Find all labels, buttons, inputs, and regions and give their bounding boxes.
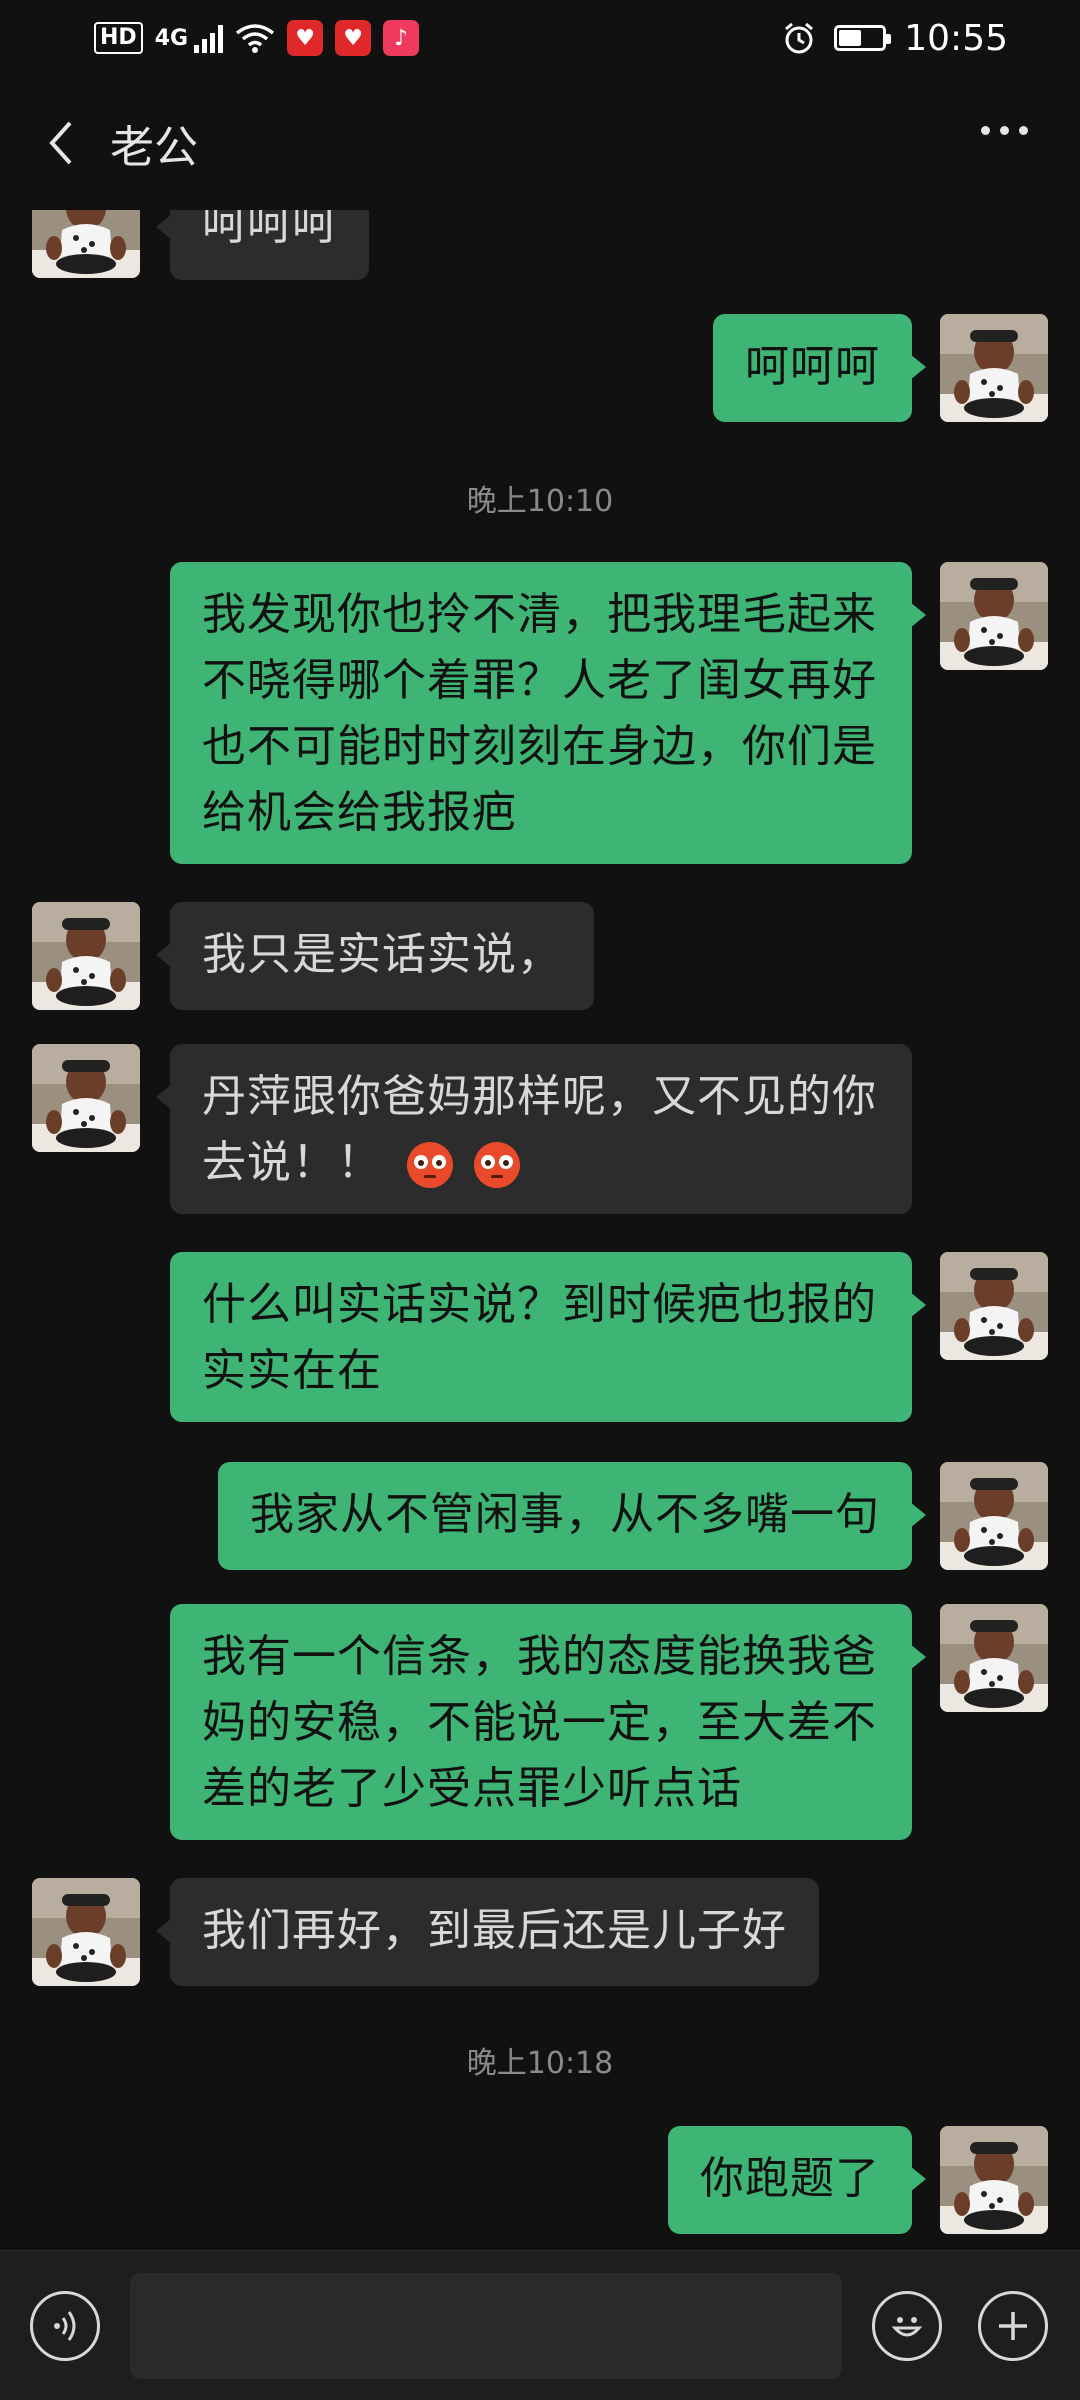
music-app-icon: ♪ — [383, 20, 420, 56]
more-options-button[interactable] — [981, 126, 1028, 135]
chat-title: 老公 — [110, 122, 198, 173]
message-text: 呵呵呵 — [202, 210, 337, 250]
my-avatar[interactable] — [940, 1604, 1048, 1712]
flushed-face-icon — [407, 1142, 453, 1188]
contact-avatar[interactable] — [32, 1044, 140, 1152]
chat-header: 老公 — [0, 76, 1080, 210]
message-list[interactable]: 呵呵呵 呵呵呵 晚上10:10 我发现你也拎不清，把我理毛起来不晓得哪个着罪？人… — [0, 210, 1080, 2250]
back-button[interactable] — [36, 113, 86, 173]
battery-icon — [834, 25, 892, 51]
message-text: 你跑题了 — [700, 2153, 880, 2204]
status-right: 10:55 — [782, 18, 1008, 59]
outgoing-message[interactable]: 我发现你也拎不清，把我理毛起来不晓得哪个着罪？人老了闺女再好也不可能时时刻刻在身… — [170, 562, 926, 864]
timestamp: 晚上10:10 — [466, 484, 614, 519]
timestamp: 晚上10:18 — [466, 2046, 614, 2081]
voice-icon — [54, 2311, 76, 2341]
my-avatar[interactable] — [940, 1252, 1048, 1360]
chevron-left-icon — [49, 121, 72, 165]
outgoing-message[interactable]: 呵呵呵 — [713, 314, 926, 422]
message-text: 我们再好，到最后还是儿子好 — [202, 1905, 787, 1956]
status-bar: HD 4G ♥ ♥ ♪ 10:55 — [0, 0, 1080, 76]
my-avatar[interactable] — [940, 562, 1048, 670]
heart-app-icon: ♥ — [287, 20, 324, 56]
signal-icon — [194, 23, 224, 53]
message-text: 我有一个信条，我的态度能换我爸妈的安稳，不能说一定，至大差不差的老了少受点罪少听… — [202, 1631, 877, 1814]
incoming-message[interactable]: 我们再好，到最后还是儿子好 — [156, 1878, 819, 1986]
message-text: 丹萍跟你爸妈那样呢，又不见的你去说！！ — [202, 1071, 877, 1188]
incoming-message[interactable]: 呵呵呵 — [156, 210, 369, 280]
message-text: 我发现你也拎不清，把我理毛起来不晓得哪个着罪？人老了闺女再好也不可能时时刻刻在身… — [202, 589, 877, 838]
input-bar — [0, 2250, 1080, 2400]
my-avatar[interactable] — [940, 1462, 1048, 1570]
outgoing-message[interactable]: 我家从不管闲事，从不多嘴一句 — [218, 1462, 926, 1570]
contact-avatar[interactable] — [32, 902, 140, 1010]
incoming-message[interactable]: 我只是实话实说， — [156, 902, 594, 1010]
my-avatar[interactable] — [940, 314, 1048, 422]
message-text: 呵呵呵 — [745, 341, 880, 392]
flushed-face-icon — [474, 1142, 520, 1188]
alarm-icon — [785, 22, 814, 54]
more-dot-icon — [1019, 126, 1028, 135]
smiley-icon — [891, 2317, 923, 2337]
my-avatar[interactable] — [940, 2126, 1048, 2234]
hd-badge: HD — [94, 22, 143, 54]
plus-icon — [999, 2312, 1027, 2340]
heart-app-icon: ♥ — [335, 20, 372, 56]
emoji-button[interactable] — [872, 2291, 942, 2361]
outgoing-message[interactable]: 什么叫实话实说？到时候疤也报的实实在在 — [170, 1252, 926, 1422]
wifi-icon — [235, 24, 275, 53]
network-type: 4G — [154, 25, 189, 51]
more-functions-button[interactable] — [978, 2291, 1048, 2361]
chat-screen: HD 4G ♥ ♥ ♪ 10:55 老公 呵呵呵 呵呵呵 晚上10:10 我发现… — [0, 0, 1080, 2400]
message-input[interactable] — [130, 2273, 842, 2379]
outgoing-message[interactable]: 我有一个信条，我的态度能换我爸妈的安稳，不能说一定，至大差不差的老了少受点罪少听… — [170, 1604, 926, 1840]
more-dot-icon — [1000, 126, 1009, 135]
message-text: 什么叫实话实说？到时候疤也报的实实在在 — [202, 1279, 877, 1396]
status-left: HD 4G ♥ ♥ ♪ — [94, 20, 420, 56]
incoming-message[interactable]: 丹萍跟你爸妈那样呢，又不见的你去说！！ — [156, 1044, 912, 1214]
message-text: 我只是实话实说， — [202, 929, 562, 980]
contact-avatar[interactable] — [32, 210, 140, 278]
more-dot-icon — [981, 126, 990, 135]
message-text: 我家从不管闲事，从不多嘴一句 — [250, 1489, 880, 1540]
outgoing-message[interactable]: 你跑题了 — [668, 2126, 926, 2234]
voice-button[interactable] — [30, 2291, 100, 2361]
contact-avatar[interactable] — [32, 1878, 140, 1986]
clock: 10:55 — [904, 17, 1008, 59]
